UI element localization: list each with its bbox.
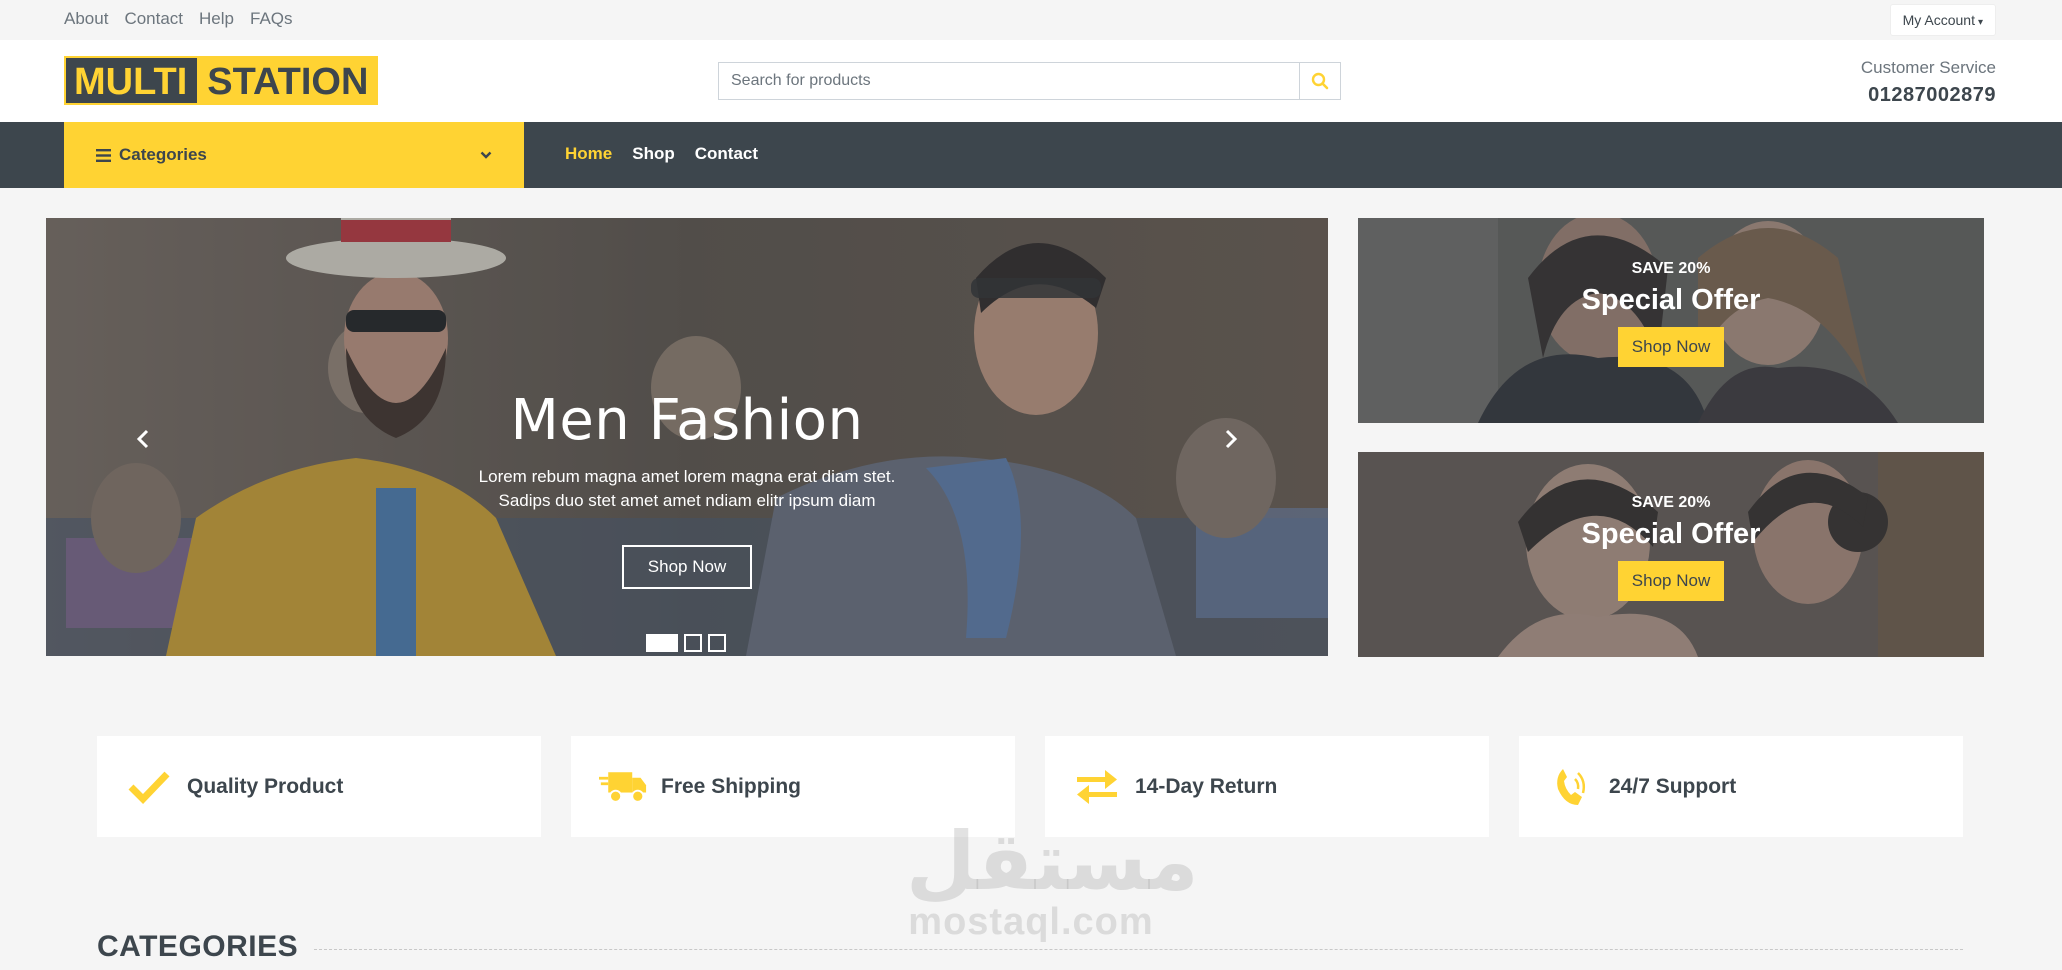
top-bar: About Contact Help FAQs My Account ▾ <box>0 0 2062 40</box>
search-icon <box>1311 72 1329 90</box>
customer-service-label: Customer Service <box>1860 58 1996 77</box>
feature-label-2: Free Shipping <box>661 774 802 798</box>
logo-part2: STATION <box>197 58 377 103</box>
phone-volume-icon <box>1547 763 1595 811</box>
feature-label-3: 14-Day Return <box>1135 774 1278 798</box>
categories-title: CATEGORIES <box>97 930 315 964</box>
exchange-arrows-icon <box>1073 763 1121 811</box>
nav-links: Home Shop Contact <box>565 144 758 164</box>
offer-text-2: SAVE 20% Special Offer Shop Now <box>1358 494 1984 601</box>
top-links: About Contact Help FAQs <box>64 9 293 29</box>
shipping-fast-icon <box>599 763 647 811</box>
site-header: MULTI STATION Customer Service 012870028… <box>0 40 2062 122</box>
top-link-faqs[interactable]: FAQs <box>250 9 293 29</box>
search-input[interactable] <box>718 62 1299 100</box>
offer-banner-1[interactable]: SAVE 20% Special Offer Shop Now <box>1358 218 1984 423</box>
carousel-indicator-3[interactable] <box>708 634 726 652</box>
main-navbar: Categories Home Shop Contact <box>0 122 2062 188</box>
my-account-button[interactable]: My Account ▾ <box>1889 4 1996 36</box>
chevron-down-icon <box>480 151 492 159</box>
categories-section-heading: CATEGORIES <box>97 930 1963 964</box>
nav-link-contact[interactable]: Contact <box>695 144 758 164</box>
feature-label-4: 24/7 Support <box>1609 774 1737 798</box>
customer-service-phone: 01287002879 <box>1868 84 1996 106</box>
feature-label-1: Quality Product <box>187 774 344 798</box>
logo-part1: MULTI <box>66 58 198 103</box>
categories-dropdown-button[interactable]: Categories <box>64 122 524 188</box>
top-link-about[interactable]: About <box>64 9 108 29</box>
offer-title-2: Special Offer <box>1581 518 1761 550</box>
hero-carousel[interactable]: Men Fashion Lorem rebum magna amet lorem… <box>46 218 1328 656</box>
mostaql-watermark: مستقل mostaql.com <box>906 815 1199 943</box>
caret-down-icon: ▾ <box>1977 17 1983 28</box>
nav-link-home[interactable]: Home <box>565 144 612 164</box>
watermark-arabic: مستقل <box>906 815 1199 908</box>
nav-link-shop[interactable]: Shop <box>632 144 675 164</box>
hero-title: Men Fashion <box>510 388 864 453</box>
feature-24-7-support: 24/7 Support <box>1519 736 1963 837</box>
customer-service: Customer Service 01287002879 <box>1861 58 1996 107</box>
hero-text: Lorem rebum magna amet lorem magna erat … <box>478 467 896 510</box>
top-link-contact[interactable]: Contact <box>124 9 183 29</box>
carousel-indicators <box>646 634 726 652</box>
offer-shop-now-button-1[interactable]: Shop Now <box>1617 327 1725 367</box>
offer-text-1: SAVE 20% Special Offer Shop Now <box>1358 260 1984 367</box>
heading-divider <box>314 948 1963 950</box>
offer-banner-2[interactable]: SAVE 20% Special Offer Shop Now <box>1358 452 1984 657</box>
hero-shop-now-button[interactable]: Shop Now <box>621 545 753 589</box>
bars-icon <box>96 148 111 162</box>
offer-title-1: Special Offer <box>1581 284 1761 316</box>
search-bar <box>718 62 1341 100</box>
site-logo[interactable]: MULTI STATION <box>64 56 379 105</box>
carousel-indicator-2[interactable] <box>684 634 702 652</box>
categories-label: Categories <box>119 145 207 164</box>
search-button[interactable] <box>1299 62 1341 100</box>
offer-save-1: SAVE 20% <box>1631 260 1711 277</box>
top-link-help[interactable]: Help <box>199 9 234 29</box>
my-account-label: My Account <box>1902 12 1975 28</box>
check-icon <box>125 763 173 811</box>
offer-shop-now-button-2[interactable]: Shop Now <box>1617 561 1725 601</box>
feature-quality-product: Quality Product <box>97 736 541 837</box>
offer-save-2: SAVE 20% <box>1631 494 1711 511</box>
hero-caption: Men Fashion Lorem rebum magna amet lorem… <box>46 388 1328 589</box>
carousel-indicator-1[interactable] <box>646 634 678 652</box>
